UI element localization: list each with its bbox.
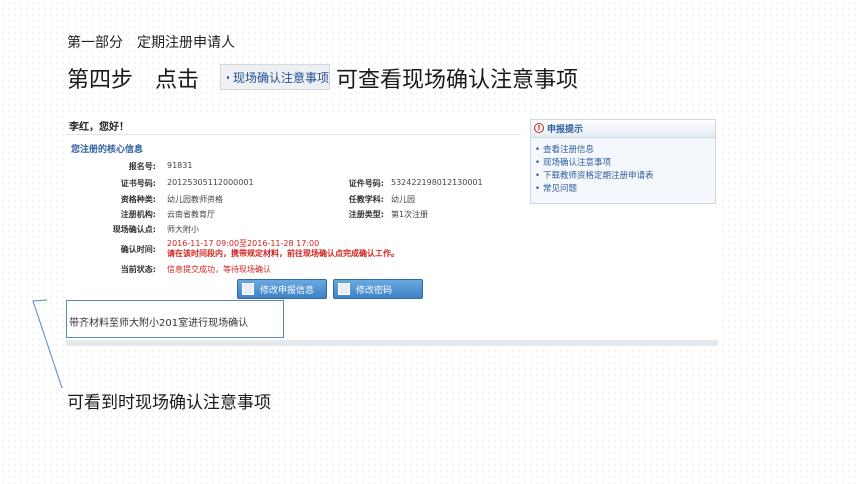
callout-text: 可看到时现场确认注意事项: [67, 393, 271, 413]
